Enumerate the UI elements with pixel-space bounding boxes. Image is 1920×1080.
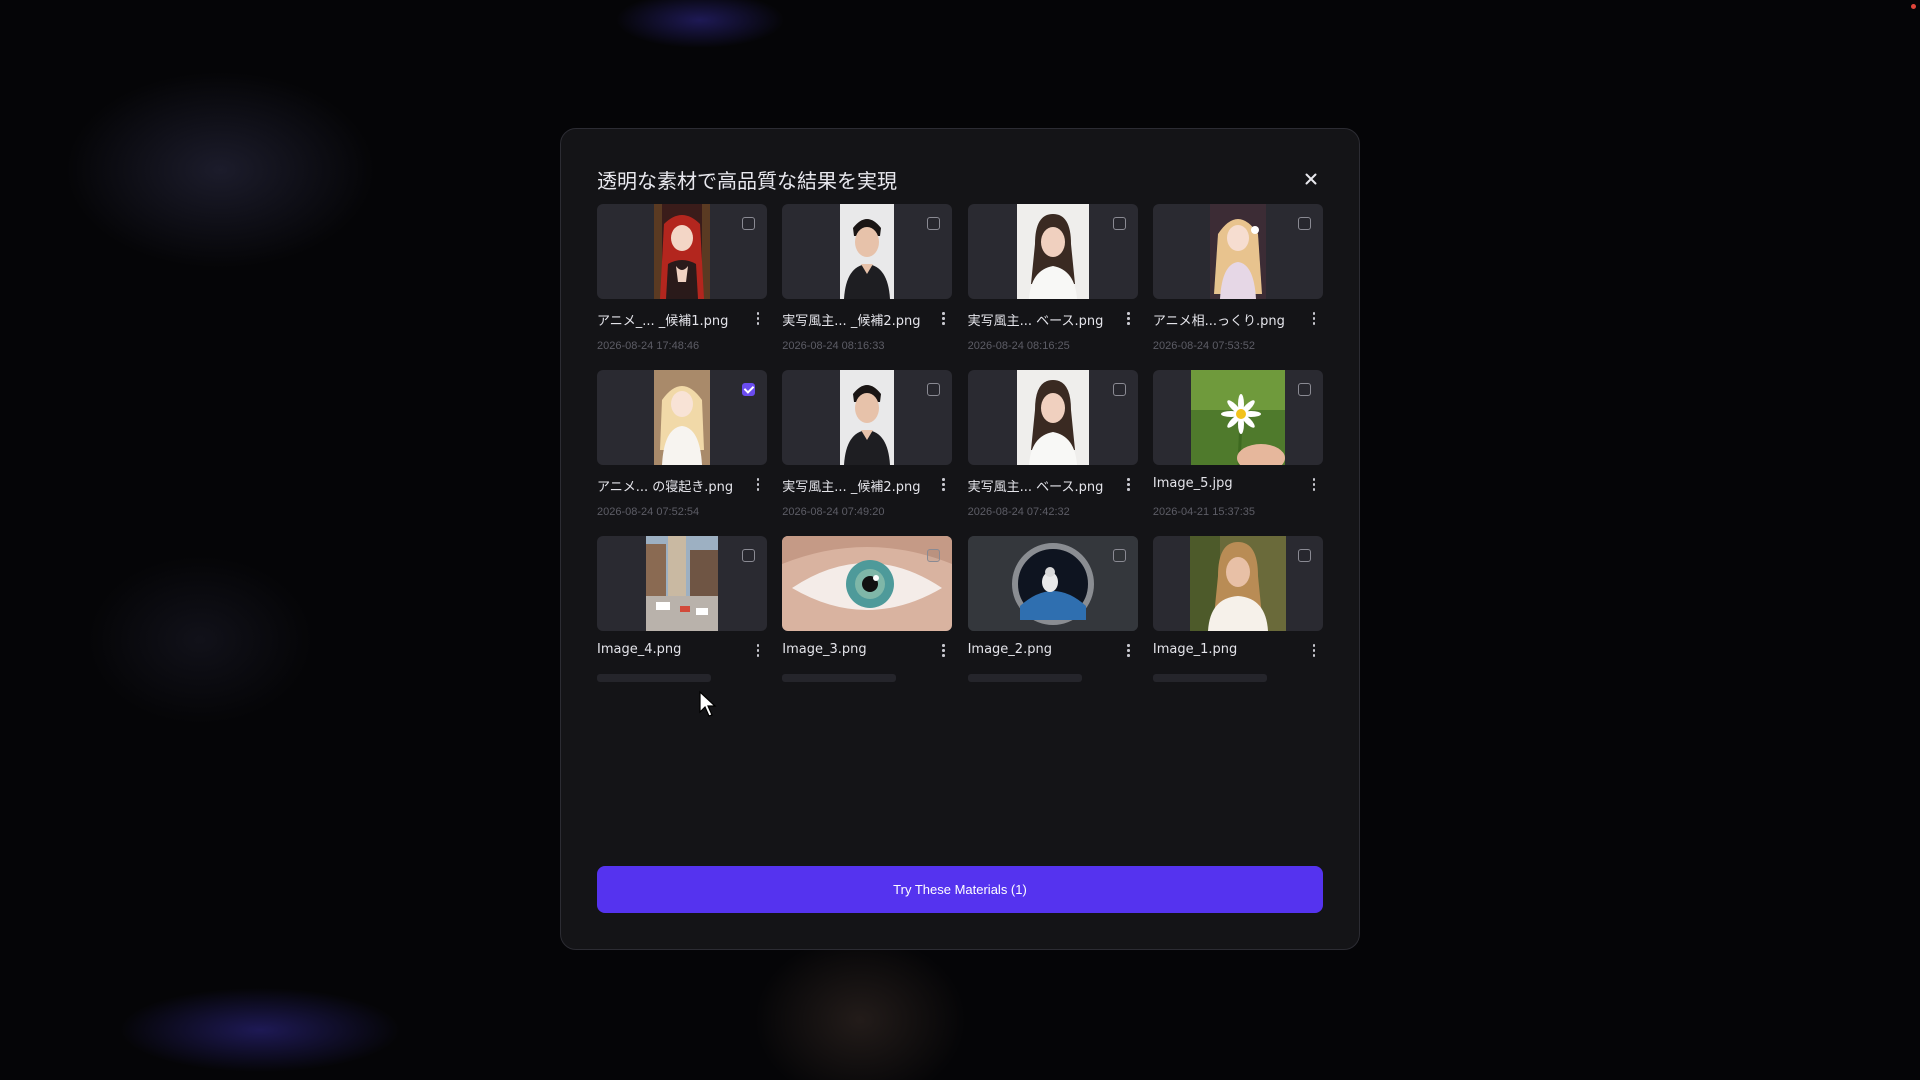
file-name: Image_3.png xyxy=(782,642,867,657)
file-date: 2026-08-24 08:16:33 xyxy=(782,340,885,352)
material-card[interactable]: アニメ_... _候補1.png 2026-08-24 17:48:46 xyxy=(597,204,767,370)
more-options-icon[interactable] xyxy=(1124,644,1134,658)
more-options-icon[interactable] xyxy=(753,312,763,326)
close-button[interactable] xyxy=(1299,167,1323,191)
material-card[interactable]: Image_4.png xyxy=(597,536,767,702)
more-options-icon[interactable] xyxy=(938,478,948,492)
city-street-image xyxy=(646,536,718,631)
material-card[interactable]: Image_2.png xyxy=(967,536,1138,702)
material-thumbnail[interactable] xyxy=(597,204,767,299)
select-checkbox[interactable] xyxy=(1297,383,1311,396)
material-thumbnail[interactable] xyxy=(782,370,953,465)
anime-girl-white-image xyxy=(654,370,710,465)
material-thumbnail[interactable] xyxy=(967,536,1138,631)
file-date: 2026-08-24 07:42:32 xyxy=(967,506,1070,518)
more-options-icon[interactable] xyxy=(1309,312,1319,326)
more-options-icon[interactable] xyxy=(938,312,948,326)
woman-blonde-portrait-image xyxy=(1189,536,1286,631)
material-card[interactable]: Image_1.png xyxy=(1152,536,1323,702)
astronaut-window-image xyxy=(967,536,1138,631)
select-checkbox[interactable] xyxy=(1112,383,1126,396)
date-loading-skeleton xyxy=(1152,674,1267,682)
select-checkbox[interactable] xyxy=(742,383,755,396)
file-name: アニメ_... _候補1.png xyxy=(597,314,729,329)
close-icon xyxy=(1305,173,1317,185)
date-loading-skeleton xyxy=(782,674,897,682)
mouse-cursor-icon xyxy=(699,690,717,717)
recording-indicator-icon xyxy=(1911,4,1916,9)
file-name: Image_5.jpg xyxy=(1152,476,1233,491)
daisy-flower-image xyxy=(1190,370,1285,465)
select-checkbox[interactable] xyxy=(927,217,941,230)
materials-modal: 透明な素材で高品質な結果を実現 アニメ_... _候補1.png 2026-08… xyxy=(560,128,1360,950)
file-name: 実写風主... _候補2.png xyxy=(782,480,921,495)
material-card[interactable]: 実写風主... _候補2.png 2026-08-24 07:49:20 xyxy=(782,370,953,536)
select-checkbox[interactable] xyxy=(1297,217,1311,230)
select-checkbox[interactable] xyxy=(1112,549,1126,562)
file-name: 実写風主... _候補2.png xyxy=(782,314,921,329)
man-portrait-image xyxy=(840,204,895,299)
material-thumbnail[interactable] xyxy=(1152,204,1323,299)
material-card[interactable]: アニメ... の寝起き.png 2026-08-24 07:52:54 xyxy=(597,370,767,536)
try-materials-button[interactable]: Try These Materials (1) xyxy=(597,866,1323,913)
select-checkbox[interactable] xyxy=(742,217,755,230)
material-card[interactable]: 実写風主... ベース.png 2026-08-24 08:16:25 xyxy=(967,204,1138,370)
file-name: 実写風主... ベース.png xyxy=(967,314,1104,329)
select-checkbox[interactable] xyxy=(1297,549,1311,562)
file-date: 2026-08-24 07:49:20 xyxy=(782,506,885,518)
more-options-icon[interactable] xyxy=(1124,312,1134,326)
file-date: 2026-08-24 07:53:52 xyxy=(1152,340,1256,352)
more-options-icon[interactable] xyxy=(1309,478,1319,492)
more-options-icon[interactable] xyxy=(753,644,763,658)
material-thumbnail[interactable] xyxy=(1152,370,1323,465)
select-checkbox[interactable] xyxy=(742,549,755,562)
date-loading-skeleton xyxy=(597,674,711,682)
more-options-icon[interactable] xyxy=(753,478,763,492)
material-thumbnail[interactable] xyxy=(782,204,953,299)
modal-title: 透明な素材で高品質な結果を実現 xyxy=(597,169,897,193)
woman-portrait-image xyxy=(1016,204,1089,299)
anime-girl-red-hair-image xyxy=(654,204,710,299)
anime-girl-blonde-image xyxy=(1209,204,1266,299)
file-date: 2026-08-24 08:16:25 xyxy=(967,340,1070,352)
file-date: 2026-08-24 07:52:54 xyxy=(597,506,700,518)
file-date: 2026-08-24 17:48:46 xyxy=(597,340,700,352)
material-card[interactable]: Image_5.jpg 2026-04-21 15:37:35 xyxy=(1152,370,1323,536)
more-options-icon[interactable] xyxy=(1309,644,1319,658)
material-thumbnail[interactable] xyxy=(782,536,953,631)
material-thumbnail[interactable] xyxy=(967,204,1138,299)
material-thumbnail[interactable] xyxy=(1152,536,1323,631)
material-card[interactable]: Image_3.png xyxy=(782,536,953,702)
file-name: 実写風主... ベース.png xyxy=(967,480,1104,495)
date-loading-skeleton xyxy=(967,674,1082,682)
file-date: 2026-04-21 15:37:35 xyxy=(1152,506,1256,518)
more-options-icon[interactable] xyxy=(1124,478,1134,492)
file-name: Image_2.png xyxy=(967,642,1052,657)
file-name: Image_1.png xyxy=(1152,642,1238,657)
material-thumbnail[interactable] xyxy=(597,536,767,631)
material-thumbnail[interactable] xyxy=(597,370,767,465)
select-checkbox[interactable] xyxy=(927,549,941,562)
file-name: アニメ... の寝起き.png xyxy=(597,480,734,495)
material-thumbnail[interactable] xyxy=(967,370,1138,465)
file-name: Image_4.png xyxy=(597,642,682,657)
material-card[interactable]: 実写風主... ベース.png 2026-08-24 07:42:32 xyxy=(967,370,1138,536)
material-card[interactable]: 実写風主... _候補2.png 2026-08-24 08:16:33 xyxy=(782,204,953,370)
select-checkbox[interactable] xyxy=(1112,217,1126,230)
woman-portrait-image xyxy=(1016,370,1089,465)
file-name: アニメ相...っくり.png xyxy=(1152,314,1285,329)
material-card[interactable]: アニメ相...っくり.png 2026-08-24 07:53:52 xyxy=(1152,204,1323,370)
man-portrait-image xyxy=(840,370,895,465)
more-options-icon[interactable] xyxy=(938,644,948,658)
materials-grid: アニメ_... _候補1.png 2026-08-24 17:48:46 実写風… xyxy=(597,204,1323,702)
select-checkbox[interactable] xyxy=(927,383,941,396)
